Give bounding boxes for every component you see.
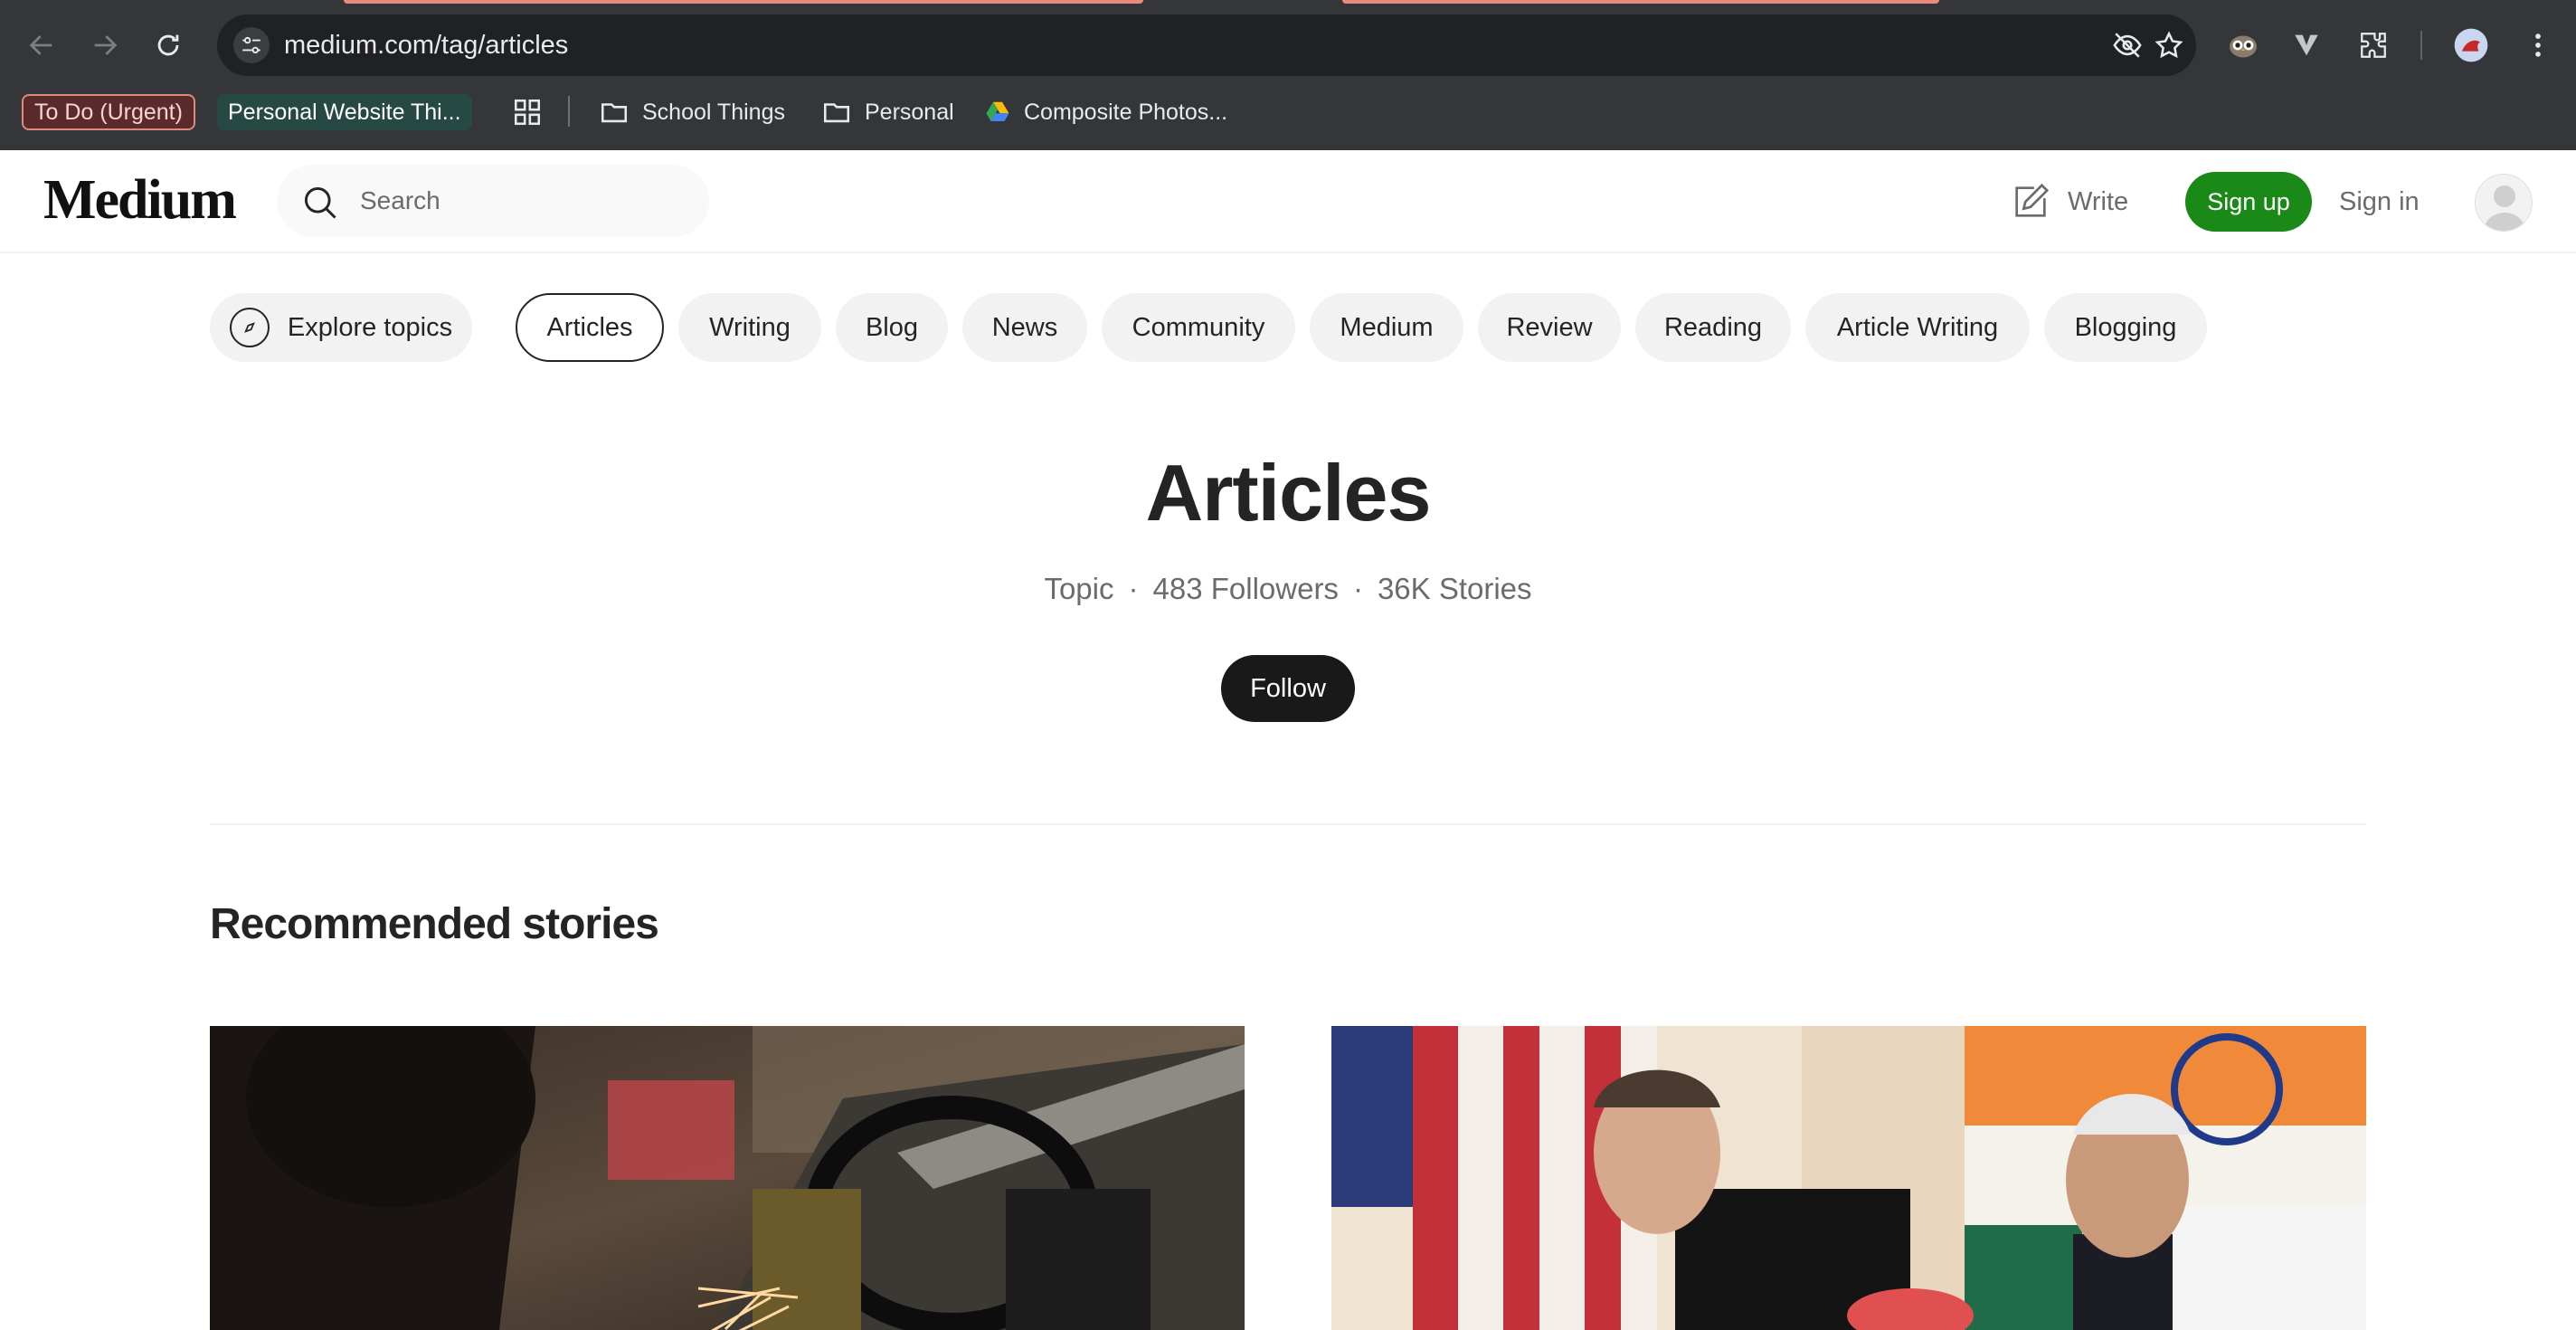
arrow-right-icon: [94, 35, 118, 55]
explore-topics-button[interactable]: Explore topics: [210, 293, 472, 362]
reload-button[interactable]: [147, 24, 190, 67]
sign-up-button[interactable]: Sign up: [2185, 172, 2312, 232]
story-thumbnail-meeting[interactable]: [1331, 1026, 2366, 1330]
topic-kind: Topic: [1044, 572, 1114, 605]
separator-dot: ·: [1128, 572, 1139, 605]
topic-pill-blog[interactable]: Blog: [836, 293, 948, 362]
arrow-left-icon: [29, 35, 52, 55]
recommended-heading: Recommended stories: [210, 900, 659, 948]
tab-indicator: [344, 0, 1143, 4]
site-info-icon[interactable]: [233, 27, 270, 63]
write-label: Write: [2068, 186, 2129, 216]
search-input[interactable]: [360, 165, 686, 237]
medium-logo[interactable]: Medium: [43, 168, 237, 233]
compass-icon: [229, 308, 270, 347]
separator-dot: ·: [1352, 572, 1363, 605]
bookmark-label: Composite Photos...: [1024, 99, 1228, 125]
back-button[interactable]: [20, 24, 63, 67]
eye-off-icon[interactable]: [2109, 27, 2145, 63]
write-icon: [2015, 183, 2050, 217]
topic-pill-community[interactable]: Community: [1102, 293, 1295, 362]
bookmark-label: Personal: [865, 99, 954, 125]
topic-pill-articles[interactable]: Articles: [516, 293, 664, 362]
bookmark-label: School Things: [642, 99, 785, 125]
photo-leaders-meeting: [1331, 1026, 2366, 1330]
bookmark-school-things[interactable]: School Things: [599, 94, 785, 130]
story-count: 36K Stories: [1377, 572, 1532, 605]
photo-metal-grinding: [210, 1026, 1245, 1330]
topic-pill-medium[interactable]: Medium: [1310, 293, 1463, 362]
tab-indicator: [1342, 0, 1939, 4]
address-bar[interactable]: medium.com/tag/articles: [217, 14, 2196, 76]
extensions-puzzle-icon[interactable]: [2352, 24, 2395, 67]
explore-topics-label: Explore topics: [287, 312, 453, 342]
follow-button[interactable]: Follow: [1221, 655, 1355, 722]
user-silhouette-icon: [2476, 175, 2532, 231]
extension-v-icon[interactable]: [2285, 24, 2328, 67]
reload-icon: [157, 34, 179, 56]
kebab-menu-icon[interactable]: [2516, 24, 2560, 67]
bookmark-personal[interactable]: Personal: [821, 94, 954, 130]
topic-pill-review[interactable]: Review: [1478, 293, 1621, 362]
browser-chrome: medium.com/tag/articles To Do (Urgent) P…: [0, 0, 2576, 150]
topic-pill-article-writing[interactable]: Article Writing: [1805, 293, 2030, 362]
apps-grid-icon[interactable]: [512, 94, 555, 130]
story-thumbnail-grinder[interactable]: [210, 1026, 1245, 1330]
topic-pill-news[interactable]: News: [962, 293, 1087, 362]
topic-pill-writing[interactable]: Writing: [678, 293, 821, 362]
profile-avatar[interactable]: [2449, 24, 2493, 67]
forward-button[interactable]: [83, 24, 127, 67]
write-button[interactable]: Write: [2010, 179, 2128, 224]
search-box[interactable]: [277, 165, 709, 237]
extension-owl-icon[interactable]: [2221, 24, 2265, 67]
toolbar-divider: [2420, 31, 2422, 60]
search-icon: [304, 186, 336, 219]
bookmark-composite-photos[interactable]: Composite Photos...: [984, 94, 1227, 130]
topic-meta: Topic · 483 Followers · 36K Stories: [0, 572, 2576, 606]
bookmark-personal-website[interactable]: Personal Website Thi...: [217, 94, 472, 130]
sign-in-link[interactable]: Sign in: [2339, 172, 2420, 232]
bookmark-to-do-urgent[interactable]: To Do (Urgent): [22, 94, 195, 130]
user-avatar[interactable]: [2475, 174, 2533, 232]
follower-count: 483 Followers: [1152, 572, 1339, 605]
topic-pill-blogging[interactable]: Blogging: [2044, 293, 2207, 362]
folder-icon: [823, 103, 850, 123]
bookmarks-divider: [568, 96, 570, 127]
site-header: Medium Write Sign up Sign in: [0, 150, 2576, 253]
bookmarks-bar: To Do (Urgent) Personal Website Thi... S…: [0, 87, 2576, 136]
topic-pill-reading[interactable]: Reading: [1635, 293, 1791, 362]
page-title: Articles: [1145, 448, 1432, 537]
google-drive-icon: [986, 101, 1009, 121]
folder-icon: [601, 103, 628, 123]
section-divider: [210, 823, 2366, 825]
star-icon[interactable]: [2151, 27, 2187, 63]
url-text[interactable]: medium.com/tag/articles: [284, 14, 568, 76]
